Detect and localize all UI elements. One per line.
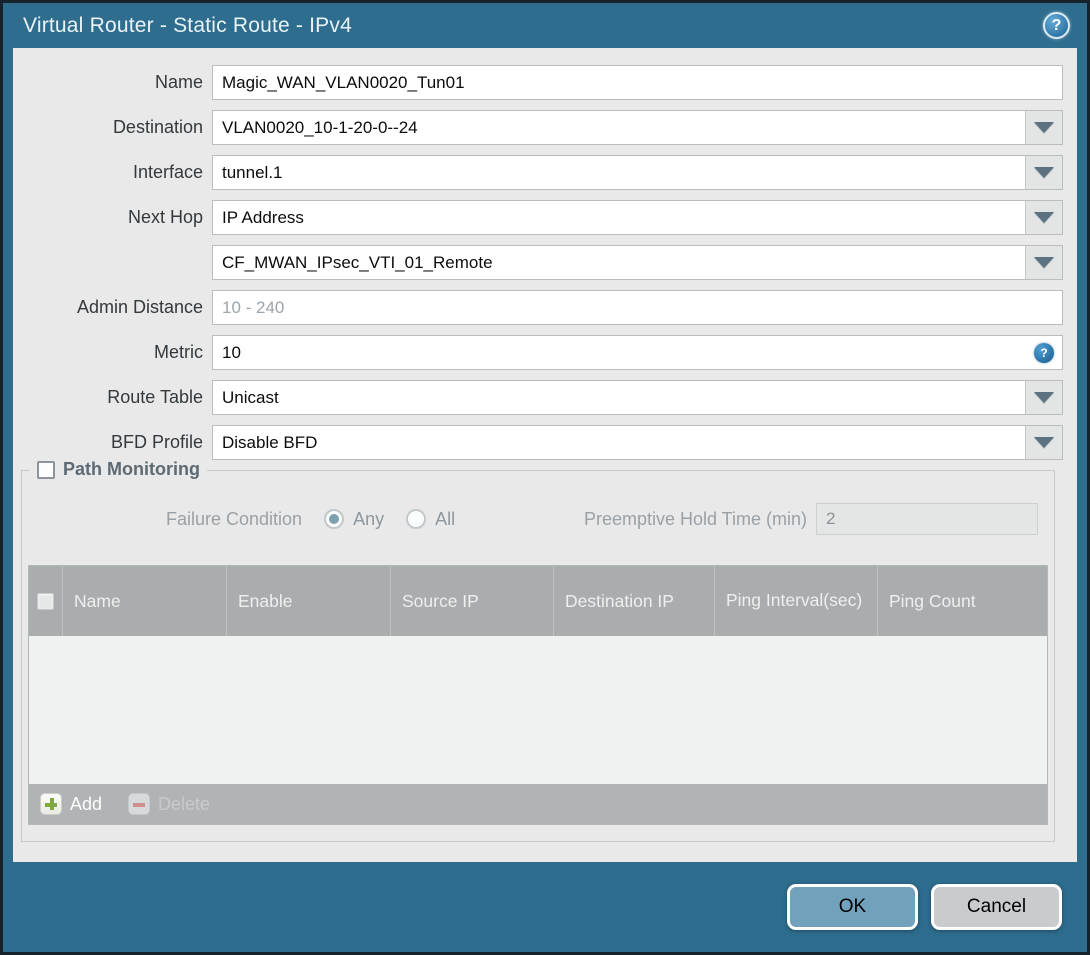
- chevron-down-icon: [1034, 437, 1054, 448]
- column-header-ping-count: Ping Count: [889, 590, 976, 611]
- bfd-profile-dropdown-button[interactable]: [1025, 426, 1062, 459]
- row-route-table: Route Table: [13, 380, 1063, 415]
- help-icon[interactable]: ?: [1043, 12, 1070, 39]
- row-next-hop-address: [13, 245, 1063, 280]
- row-interface: Interface: [13, 155, 1063, 190]
- next-hop-dropdown-button[interactable]: [1025, 201, 1062, 234]
- radio-any[interactable]: [324, 509, 345, 529]
- path-monitoring-legend: Path Monitoring: [30, 459, 207, 480]
- delete-button[interactable]: Delete: [128, 793, 210, 815]
- row-bfd-profile: BFD Profile: [13, 425, 1063, 460]
- column-header-destination-ip: Destination IP: [554, 566, 715, 636]
- metric-label: Metric: [154, 342, 203, 362]
- row-next-hop: Next Hop: [13, 200, 1063, 235]
- bfd-profile-field-wrap: [212, 425, 1063, 460]
- name-field-wrap: [212, 65, 1063, 100]
- ok-button[interactable]: OK: [787, 884, 918, 930]
- metric-input[interactable]: [213, 336, 1062, 369]
- interface-field-wrap: [212, 155, 1063, 190]
- radio-any-label: Any: [353, 508, 385, 529]
- next-hop-label: Next Hop: [127, 207, 203, 227]
- interface-label: Interface: [132, 162, 203, 182]
- interface-dropdown-button[interactable]: [1025, 156, 1062, 189]
- table-body-empty: [29, 636, 1047, 784]
- add-button-label: Add: [70, 793, 103, 814]
- next-hop-address-field-wrap: [212, 245, 1063, 280]
- table-header-checkbox-cell: [29, 566, 63, 636]
- preemptive-hold-time-group: Preemptive Hold Time (min): [584, 503, 1038, 535]
- column-header-enable: Enable: [227, 566, 391, 636]
- bfd-profile-input[interactable]: [213, 426, 1025, 459]
- radio-all-label: All: [435, 508, 456, 529]
- row-name: Name: [13, 65, 1063, 100]
- dialog-titlebar: Virtual Router - Static Route - IPv4 ?: [3, 3, 1087, 48]
- bfd-profile-label: BFD Profile: [110, 432, 203, 452]
- next-hop-field-wrap: [212, 200, 1063, 235]
- destination-dropdown-button[interactable]: [1025, 111, 1062, 144]
- route-table-dropdown-button[interactable]: [1025, 381, 1062, 414]
- column-header-ping-interval: Ping Interval(sec): [715, 566, 878, 636]
- cancel-button[interactable]: Cancel: [931, 884, 1062, 930]
- table-toolbar: Add Delete: [29, 784, 1047, 824]
- row-destination: Destination: [13, 110, 1063, 145]
- info-icon[interactable]: ?: [1034, 342, 1054, 363]
- preemptive-hold-time-input[interactable]: [816, 503, 1038, 535]
- chevron-down-icon: [1034, 392, 1054, 403]
- preemptive-hold-time-label: Preemptive Hold Time (min): [583, 508, 807, 529]
- route-table-field-wrap: [212, 380, 1063, 415]
- metric-field-wrap: ?: [212, 335, 1063, 370]
- add-button[interactable]: Add: [40, 793, 102, 815]
- column-header-source-ip: Source IP: [391, 566, 554, 636]
- failure-condition-radio-group: Any All: [302, 509, 455, 530]
- name-label: Name: [154, 72, 203, 92]
- path-monitoring-table: Name Enable Source IP Destination IP Pin…: [28, 565, 1048, 825]
- delete-button-label: Delete: [158, 793, 211, 814]
- admin-distance-input[interactable]: [213, 291, 1062, 324]
- next-hop-address-input[interactable]: [213, 246, 1025, 279]
- select-all-checkbox[interactable]: [37, 592, 54, 610]
- dialog-title: Virtual Router - Static Route - IPv4: [23, 13, 352, 37]
- chevron-down-icon: [1034, 212, 1054, 223]
- delete-icon: [128, 793, 151, 815]
- admin-distance-label: Admin Distance: [76, 297, 203, 317]
- chevron-down-icon: [1034, 257, 1054, 268]
- chevron-down-icon: [1034, 167, 1054, 178]
- column-header-name: Name: [63, 566, 227, 636]
- destination-input[interactable]: [213, 111, 1025, 144]
- path-monitoring-options-row: Failure Condition Any All Preemptive Hol…: [22, 503, 1038, 535]
- add-icon: [40, 793, 62, 815]
- route-table-input[interactable]: [213, 381, 1025, 414]
- destination-field-wrap: [212, 110, 1063, 145]
- destination-label: Destination: [112, 117, 203, 137]
- next-hop-address-dropdown-button[interactable]: [1025, 246, 1062, 279]
- failure-condition-label: Failure Condition: [166, 508, 303, 529]
- table-header-row: Name Enable Source IP Destination IP Pin…: [29, 566, 1047, 636]
- route-table-label: Route Table: [107, 387, 203, 407]
- path-monitoring-checkbox[interactable]: [37, 460, 55, 479]
- interface-input[interactable]: [213, 156, 1025, 189]
- admin-distance-field-wrap: [212, 290, 1063, 325]
- row-metric: Metric ?: [13, 335, 1063, 370]
- chevron-down-icon: [1034, 122, 1054, 133]
- dialog-footer: OK Cancel: [3, 862, 1087, 952]
- path-monitoring-section: Path Monitoring Failure Condition Any Al…: [21, 459, 1055, 842]
- static-route-dialog: Virtual Router - Static Route - IPv4 ? N…: [0, 0, 1090, 955]
- dialog-content: Name Destination Interface Next Hop: [13, 48, 1077, 862]
- radio-all[interactable]: [406, 509, 427, 529]
- name-input[interactable]: [213, 66, 1062, 99]
- next-hop-type-input[interactable]: [213, 201, 1025, 234]
- path-monitoring-title: Path Monitoring: [63, 459, 200, 479]
- row-admin-distance: Admin Distance: [13, 290, 1063, 325]
